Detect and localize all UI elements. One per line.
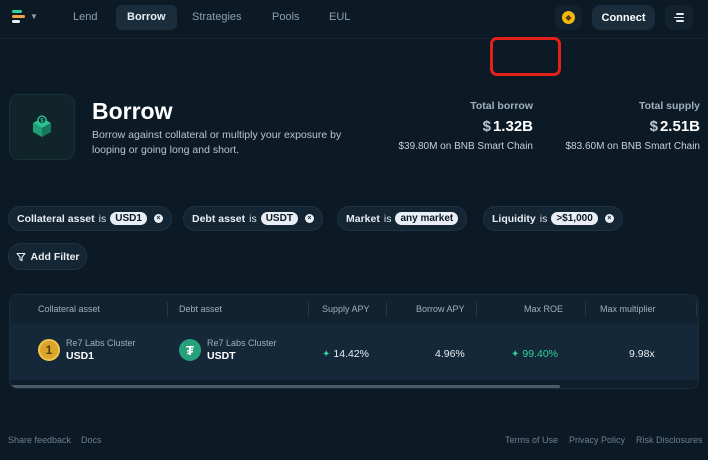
- close-icon[interactable]: ×: [304, 214, 314, 223]
- filter-key: Market: [346, 212, 380, 225]
- filter-chip-collateral[interactable]: Collateral asset is USD1 ×: [8, 206, 172, 231]
- total-borrow-stat: Total borrow $1.32B $39.80M on BNB Smart…: [398, 100, 533, 152]
- max-roe-value: 99.40%: [522, 348, 559, 360]
- footer-link-terms[interactable]: Terms of Use: [505, 435, 558, 445]
- collateral-asset-cell: 1 Re7 Labs Cluster USD1: [38, 338, 136, 362]
- nav-item-lend[interactable]: Lend: [62, 5, 108, 30]
- column-divider: [476, 302, 477, 317]
- column-divider: [308, 302, 309, 317]
- column-divider: [585, 302, 586, 317]
- filter-operator: is: [383, 212, 392, 225]
- nav-item-eul[interactable]: EUL: [318, 5, 361, 30]
- connect-button[interactable]: Connect: [592, 5, 655, 30]
- total-supply-chain: $83.60M on BNB Smart Chain: [565, 141, 700, 152]
- horizontal-scrollbar[interactable]: [10, 385, 560, 388]
- footer-link-privacy[interactable]: Privacy Policy: [569, 435, 625, 445]
- debt-symbol: USDT: [207, 350, 236, 362]
- filter-value: USD1: [110, 212, 147, 225]
- nav-item-pools[interactable]: Pools: [261, 5, 311, 30]
- menu-icon: [674, 13, 684, 22]
- total-borrow-value: $1.32B: [482, 118, 533, 135]
- add-filter-label: Add Filter: [30, 250, 80, 263]
- page-title: Borrow: [92, 98, 173, 124]
- nav-item-strategies[interactable]: Strategies: [181, 5, 253, 30]
- column-header-max-multiplier[interactable]: Max multiplier: [600, 304, 656, 314]
- max-multiplier-cell: 9.98x: [629, 348, 655, 360]
- total-borrow-label: Total borrow: [470, 100, 533, 112]
- column-divider: [167, 302, 168, 317]
- usdt-coin-icon: ₮: [179, 339, 201, 361]
- logo-icon: [12, 9, 26, 23]
- table-header: Collateral asset Debt asset Supply APY B…: [10, 295, 698, 324]
- markets-table: Collateral asset Debt asset Supply APY B…: [9, 294, 699, 389]
- bnb-coin-icon: ◆: [562, 11, 575, 24]
- column-header-max-roe[interactable]: Max ROE: [524, 304, 563, 314]
- column-divider: [696, 302, 697, 317]
- supply-apy-cell: ✦ 14.42%: [322, 348, 369, 360]
- filter-key: Collateral asset: [17, 212, 95, 225]
- max-roe-highlight: [490, 37, 561, 76]
- menu-button[interactable]: [665, 5, 693, 30]
- sparkle-icon: ✦: [511, 349, 520, 360]
- nav-divider: [0, 38, 708, 39]
- filter-value: USDT: [260, 212, 298, 225]
- max-roe-cell: ✦ 99.40%: [511, 348, 558, 360]
- filter-operator: is: [539, 212, 548, 225]
- nav-item-borrow[interactable]: Borrow: [116, 5, 177, 30]
- filter-operator: is: [98, 212, 107, 225]
- total-supply-label: Total supply: [638, 100, 700, 112]
- footer-link-docs[interactable]: Docs: [81, 435, 102, 445]
- borrow-apy-cell: 4.96%: [435, 348, 465, 360]
- filter-chip-liquidity[interactable]: Liquidity is >$1,000 ×: [483, 206, 623, 231]
- filter-operator: is: [249, 212, 257, 225]
- filter-value: >$1,000: [551, 212, 598, 225]
- total-supply-stat: Total supply $2.51B $83.60M on BNB Smart…: [565, 100, 700, 152]
- borrow-icon: $: [9, 94, 75, 160]
- debt-asset-cell: ₮ Re7 Labs Cluster USDT: [179, 338, 277, 362]
- total-supply-value: $2.51B: [649, 118, 700, 135]
- filter-key: Debt asset: [192, 212, 246, 225]
- sparkle-icon: ✦: [322, 349, 331, 360]
- table-row[interactable]: 1 Re7 Labs Cluster USD1 ₮ Re7 Labs Clust…: [10, 324, 698, 380]
- column-header-supply-apy[interactable]: Supply APY: [322, 304, 370, 314]
- filter-chip-market[interactable]: Market is any market: [337, 206, 468, 231]
- filter-key: Liquidity: [492, 212, 536, 225]
- filter-icon: [15, 252, 26, 261]
- total-borrow-chain: $39.80M on BNB Smart Chain: [398, 141, 533, 152]
- close-icon[interactable]: ×: [153, 214, 163, 223]
- column-divider: [386, 302, 387, 317]
- app-logo[interactable]: ▼: [12, 9, 38, 23]
- column-header-collateral[interactable]: Collateral asset: [38, 304, 100, 314]
- column-header-borrow-apy[interactable]: Borrow APY: [416, 304, 465, 314]
- network-selector-button[interactable]: ◆: [555, 5, 582, 30]
- debt-cluster: Re7 Labs Cluster: [207, 338, 277, 348]
- top-nav: ▼ Lend Borrow Strategies Pools EUL ◆ Con…: [0, 0, 708, 36]
- close-icon[interactable]: ×: [604, 214, 614, 223]
- add-filter-button[interactable]: Add Filter: [8, 243, 87, 270]
- page-description: Borrow against collateral or multiply yo…: [92, 129, 342, 156]
- footer-link-risk[interactable]: Risk Disclosures: [636, 435, 703, 445]
- column-header-debt[interactable]: Debt asset: [179, 304, 222, 314]
- usd1-coin-icon: 1: [38, 339, 60, 361]
- filter-chip-debt[interactable]: Debt asset is USDT ×: [183, 206, 323, 231]
- collateral-cluster: Re7 Labs Cluster: [66, 338, 136, 348]
- filter-value: any market: [395, 212, 459, 225]
- collateral-symbol: USD1: [66, 350, 95, 362]
- chevron-down-icon: ▼: [30, 11, 38, 21]
- supply-apy-value: 14.42%: [333, 348, 370, 360]
- footer-link-feedback[interactable]: Share feedback: [8, 435, 71, 445]
